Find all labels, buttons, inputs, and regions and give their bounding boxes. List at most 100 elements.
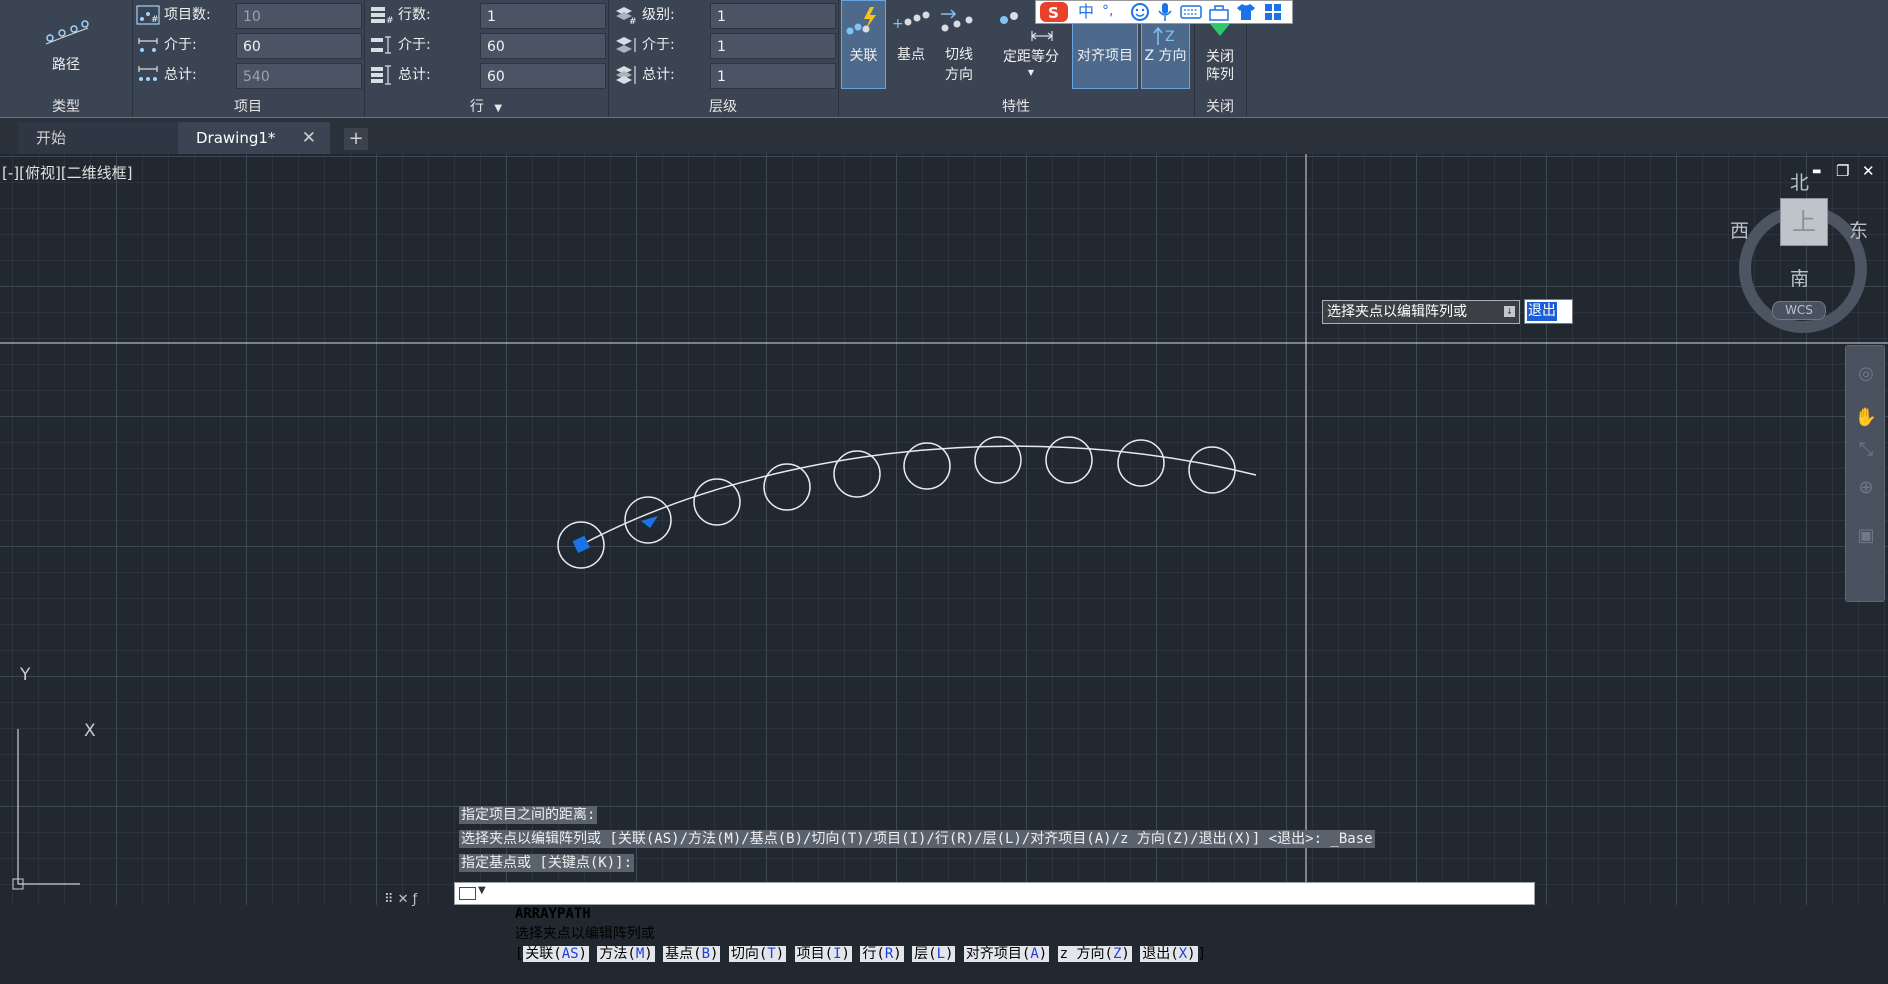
- row-count-input[interactable]: 1: [480, 3, 606, 29]
- item-count-input[interactable]: 10: [236, 3, 362, 29]
- item-count-icon: #: [136, 5, 160, 25]
- compass-north[interactable]: 北: [1790, 168, 1809, 195]
- keyboard-icon[interactable]: [1180, 2, 1202, 22]
- base-grip[interactable]: [572, 535, 590, 553]
- document-tab-bar: 开始 Drawing1* ✕ +: [0, 118, 1888, 154]
- command-option[interactable]: 关联(AS): [523, 946, 589, 962]
- dynamic-input-options-icon[interactable]: ↓: [1504, 306, 1515, 317]
- command-option-close: ): [841, 946, 850, 962]
- command-option-name: 关联(: [525, 946, 562, 962]
- close-array-line2: 阵列: [1206, 67, 1234, 83]
- command-option-close: ): [893, 946, 902, 962]
- row-total-icon: [371, 65, 391, 85]
- emoji-icon[interactable]: [1130, 2, 1150, 22]
- skin-shirt-icon[interactable]: [1236, 2, 1256, 22]
- level-count-icon: #: [616, 7, 637, 25]
- sogou-logo-icon[interactable]: S: [1039, 1, 1069, 23]
- type-panel: 路径 类型: [0, 0, 133, 118]
- base-point-label: 基点: [897, 47, 925, 63]
- compass-east[interactable]: 东: [1849, 216, 1868, 243]
- level-total-label: 总计:: [642, 67, 675, 83]
- row-spacing-input[interactable]: 60: [480, 33, 606, 59]
- dynamic-input-prompt-text: 选择夹点以编辑阵列或: [1327, 304, 1467, 320]
- direction-grip[interactable]: [641, 516, 658, 528]
- close-tab-icon[interactable]: ✕: [302, 122, 316, 154]
- tab-drawing1[interactable]: Drawing1* ✕: [178, 122, 330, 154]
- z-direction-icon: Z: [1153, 26, 1175, 45]
- viewcube-top-face[interactable]: 上: [1780, 198, 1828, 246]
- command-option[interactable]: 基点(B): [663, 946, 721, 962]
- align-items-label: 对齐项目: [1077, 48, 1133, 64]
- command-line[interactable]: ▼ ARRAYPATH 选择夹点以编辑阵列或 [关联(AS) 方法(M) 基点(…: [454, 882, 1535, 962]
- command-history-line-3: 指定基点或 [关键点(K)]:: [459, 854, 635, 872]
- command-option-close: ): [945, 946, 954, 962]
- drawing-canvas[interactable]: [0, 154, 1888, 905]
- row-spacing-label: 介于:: [398, 37, 431, 53]
- command-option-close: ): [1038, 946, 1048, 962]
- showmotion-icon[interactable]: ▣: [1854, 524, 1878, 548]
- compass-south[interactable]: 南: [1790, 264, 1809, 291]
- dynamic-input-value: 退出: [1527, 302, 1557, 321]
- new-tab-button[interactable]: +: [344, 128, 368, 150]
- command-option-name: 对齐项目(: [965, 946, 1031, 962]
- tangent-direction-icon: [941, 9, 973, 32]
- toolbox-icon[interactable]: [1208, 2, 1230, 22]
- array-item-circle[interactable]: [1188, 446, 1236, 494]
- pan-hand-icon[interactable]: ✋: [1854, 406, 1878, 430]
- microphone-icon[interactable]: [1157, 2, 1173, 22]
- app-grid-icon[interactable]: [1263, 2, 1283, 22]
- rows-panel-title[interactable]: 行 ▼: [364, 96, 608, 118]
- recent-commands-dropdown-icon[interactable]: ▼: [478, 885, 486, 896]
- orbit-icon[interactable]: ⊕: [1854, 476, 1878, 500]
- array-item-circle[interactable]: [974, 436, 1022, 484]
- array-item-circle[interactable]: [1045, 436, 1093, 484]
- path-button[interactable]: 路径: [14, 0, 118, 96]
- item-total-input[interactable]: 540: [236, 63, 362, 89]
- command-option-close: ): [775, 946, 785, 962]
- command-option-name: 切向(: [730, 946, 768, 962]
- ucs-x-label: X: [84, 721, 96, 741]
- command-line-icon[interactable]: [459, 887, 476, 900]
- command-line-text[interactable]: ARRAYPATH 选择夹点以编辑阵列或 [关联(AS) 方法(M) 基点(B)…: [497, 884, 1206, 984]
- command-option[interactable]: 退出(X): [1140, 946, 1198, 962]
- command-option[interactable]: 行(R): [860, 946, 904, 962]
- level-count-input[interactable]: 1: [710, 3, 836, 29]
- command-history-line-1: 指定项目之间的距离:: [459, 806, 598, 824]
- ime-chinese-mode[interactable]: 中: [1078, 1, 1094, 23]
- measure-dropdown-icon: ▼: [1027, 68, 1035, 77]
- command-name: ARRAYPATH: [514, 906, 591, 922]
- level-total-row: 总计: 1: [614, 62, 836, 89]
- tab-start[interactable]: 开始: [18, 122, 178, 154]
- command-option-name: 退出(: [1142, 946, 1179, 962]
- command-option[interactable]: 项目(I): [794, 946, 852, 962]
- steering-wheel-icon[interactable]: ◎: [1854, 362, 1878, 386]
- command-option[interactable]: 对齐项目(A): [963, 946, 1050, 962]
- item-spacing-input[interactable]: 60: [236, 33, 362, 59]
- dynamic-input-field[interactable]: 退出: [1524, 299, 1573, 324]
- item-spacing-row: 介于: 60: [136, 32, 362, 59]
- level-spacing-icon: [616, 37, 636, 53]
- zoom-extents-icon[interactable]: ⤡: [1854, 438, 1878, 462]
- row-total-input[interactable]: 60: [480, 63, 606, 89]
- command-option[interactable]: 层(L): [912, 946, 956, 962]
- command-option[interactable]: z 方向(Z): [1057, 946, 1132, 962]
- compass-west[interactable]: 西: [1730, 216, 1749, 243]
- level-spacing-input[interactable]: 1: [710, 33, 836, 59]
- wcs-menu[interactable]: WCS: [1772, 301, 1826, 320]
- drawing-viewport[interactable]: [-][俯视][二维线框] ▬ ❐ ✕ Y X 北 南 西 东 上 WCS ◎ …: [0, 154, 1888, 905]
- row-count-row: # 行数: 1: [370, 2, 606, 29]
- levels-panel-title: 层级: [709, 99, 737, 115]
- base-point-button[interactable]: + 基点: [890, 0, 932, 89]
- ime-punctuation[interactable]: °,: [1102, 1, 1113, 21]
- command-option-key: X: [1178, 946, 1188, 962]
- command-option[interactable]: 方法(M): [597, 946, 655, 962]
- level-total-input[interactable]: 1: [710, 63, 836, 89]
- tangent-direction-button[interactable]: 切线 方向: [934, 0, 984, 89]
- command-option[interactable]: 切向(T): [728, 946, 787, 962]
- array-item-circle[interactable]: [693, 478, 741, 526]
- command-option-key: AS: [561, 946, 579, 962]
- array-item-circle[interactable]: [1117, 439, 1165, 487]
- ucs-axes-icon: [17, 729, 80, 885]
- associative-button[interactable]: 关联: [841, 0, 886, 89]
- array-items: [557, 436, 1236, 569]
